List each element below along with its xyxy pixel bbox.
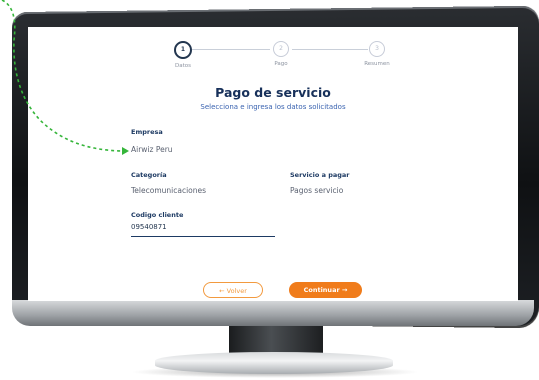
annotation-arrow-icon — [1, 0, 129, 155]
